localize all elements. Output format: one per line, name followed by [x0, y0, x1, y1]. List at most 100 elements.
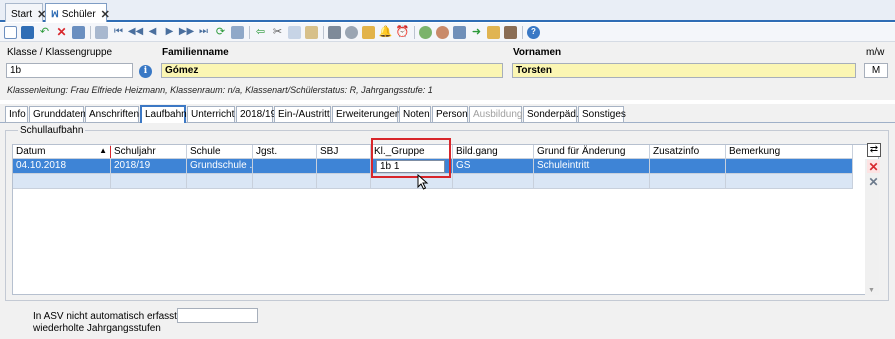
- delete-icon[interactable]: ✕: [55, 26, 68, 39]
- tab-erweiterungen[interactable]: Erweiterungen: [332, 106, 400, 123]
- first-icon[interactable]: ⏮: [112, 26, 125, 39]
- scroll-down-icon[interactable]: ▼: [868, 287, 875, 294]
- cell-bemerkung[interactable]: [726, 174, 853, 189]
- lastname-field[interactable]: Gómez: [161, 63, 503, 78]
- cell-schule[interactable]: [187, 174, 253, 189]
- repeated-grades-label-2: wiederholte Jahrgangsstufen: [33, 323, 161, 334]
- list-icon[interactable]: [95, 25, 108, 39]
- tab-info[interactable]: Info: [5, 106, 28, 123]
- cell-datum[interactable]: 04.10.2018: [13, 159, 111, 174]
- person-icon[interactable]: [436, 25, 449, 39]
- copy-icon[interactable]: [288, 25, 301, 39]
- import-icon[interactable]: [72, 25, 85, 39]
- info-icon[interactable]: i: [139, 65, 152, 78]
- repeated-grades-input[interactable]: [177, 308, 258, 323]
- firstname-field[interactable]: Torsten: [512, 63, 856, 78]
- col-header-bemerkung[interactable]: Bemerkung: [726, 145, 853, 159]
- col-header-jgst[interactable]: Jgst.: [253, 145, 317, 159]
- cell-sbj[interactable]: [317, 159, 371, 174]
- cell-schule[interactable]: Grundschule ...: [187, 159, 253, 174]
- prev-icon[interactable]: ◀: [146, 26, 159, 39]
- class-label: Klasse / Klassengruppe: [7, 47, 113, 58]
- repeated-grades-label-1: In ASV nicht automatisch erfasste: [33, 311, 183, 322]
- new-icon[interactable]: [4, 25, 17, 39]
- cell-schuljahr[interactable]: 2018/19: [111, 159, 187, 174]
- cell-jgst[interactable]: [253, 159, 317, 174]
- print-icon[interactable]: [328, 25, 341, 39]
- next-icon[interactable]: ▶: [163, 26, 176, 39]
- bell-icon[interactable]: 🔔: [379, 26, 393, 39]
- cell-zusatzinfo[interactable]: [650, 159, 726, 174]
- tab-sonstiges[interactable]: Sonstiges: [578, 106, 626, 123]
- col-header-schuljahr[interactable]: Schuljahr: [111, 145, 187, 159]
- gender-field[interactable]: M: [864, 63, 888, 78]
- cell-sbj[interactable]: [317, 174, 371, 189]
- preview-icon[interactable]: [345, 25, 358, 39]
- students-icon: ꟽ: [51, 9, 59, 19]
- export-doc-icon[interactable]: [487, 25, 500, 39]
- contact-icon[interactable]: [504, 25, 517, 39]
- grid-icon[interactable]: [231, 25, 244, 39]
- tab-noten[interactable]: Noten: [399, 106, 431, 123]
- cell-datum[interactable]: [13, 174, 111, 189]
- class-info-text: Klassenleitung: Frau Elfriede Heizmann, …: [7, 85, 433, 95]
- cell-bildgang[interactable]: [453, 174, 534, 189]
- tab-unterricht[interactable]: Unterricht: [187, 106, 235, 123]
- document-tab-bar: Start ✕ ꟽ Schüler ✕: [0, 0, 895, 22]
- gender-label: m/w: [866, 47, 885, 58]
- cell-schuljahr[interactable]: [111, 174, 187, 189]
- cell-bildgang[interactable]: GS: [453, 159, 534, 174]
- last-icon[interactable]: ⏭: [197, 26, 210, 39]
- doc-tab-start[interactable]: Start ✕: [5, 3, 46, 22]
- doc-tab-schueler-label: Schüler: [61, 9, 96, 20]
- refresh-icon[interactable]: ⟳: [214, 26, 227, 39]
- student-header: Klasse / Klassengruppe 1b i Familienname…: [0, 42, 895, 100]
- close-icon[interactable]: ✕: [101, 8, 110, 21]
- back-arrow-icon[interactable]: ⇦: [254, 26, 267, 39]
- tab-ein-austritt[interactable]: Ein-/Austritt: [274, 106, 331, 123]
- class-field[interactable]: 1b: [6, 63, 133, 78]
- col-header-datum[interactable]: Datum ▲: [13, 145, 111, 159]
- settings-icon[interactable]: [419, 25, 432, 39]
- help-icon[interactable]: ?: [527, 25, 540, 39]
- firstname-label: Vornamen: [513, 47, 562, 58]
- tab-schuljahr[interactable]: 2018/19: [236, 106, 276, 123]
- export-icon[interactable]: [362, 25, 375, 39]
- paste-icon[interactable]: [305, 25, 318, 39]
- cell-zusatzinfo[interactable]: [650, 174, 726, 189]
- undo-icon[interactable]: ↶: [38, 26, 51, 39]
- cell-grund[interactable]: [534, 174, 650, 189]
- content-tab-bar: Info Grunddaten Anschriften Laufbahn Unt…: [0, 104, 895, 123]
- col-header-schule[interactable]: Schule: [187, 145, 253, 159]
- lastname-label: Familienname: [162, 47, 229, 58]
- cell-grund[interactable]: Schuleintritt: [534, 159, 650, 174]
- doc-tab-schueler[interactable]: ꟽ Schüler ✕: [45, 3, 110, 22]
- delete-new-row-button[interactable]: ✕: [867, 175, 880, 189]
- col-header-zusatzinfo[interactable]: Zusatzinfo: [650, 145, 726, 159]
- col-header-bildgang[interactable]: Bild.gang: [453, 145, 534, 159]
- tab-ausbildung: Ausbildung: [469, 106, 522, 123]
- table-icon[interactable]: [453, 25, 466, 39]
- cell-jgst[interactable]: [253, 174, 317, 189]
- add-row-icon[interactable]: ⇄: [867, 143, 881, 157]
- section-title: Schullaufbahn: [18, 125, 86, 136]
- forward-icon[interactable]: ➜: [470, 26, 483, 39]
- col-header-grund[interactable]: Grund für Änderung: [534, 145, 650, 159]
- doc-tab-start-label: Start: [11, 9, 33, 20]
- toolbar: ↶ ✕ ⏮ ◀◀ ◀ ▶ ▶▶ ⏭ ⟳ ⇦ ✂ 🔔 ⏰ ➜ ?: [0, 23, 895, 42]
- sort-desc-icon: ▲: [99, 146, 107, 155]
- next-page-icon[interactable]: ▶▶: [179, 26, 194, 39]
- cut-icon[interactable]: ✂: [271, 26, 284, 39]
- prev-page-icon[interactable]: ◀◀: [128, 26, 143, 39]
- alarm-icon[interactable]: ⏰: [396, 26, 410, 39]
- tab-laufbahn[interactable]: Laufbahn: [140, 105, 187, 123]
- cell-bemerkung[interactable]: [726, 159, 853, 174]
- save-icon[interactable]: [21, 25, 34, 39]
- tab-grunddaten[interactable]: Grunddaten: [29, 106, 86, 123]
- col-header-sbj[interactable]: SBJ: [317, 145, 371, 159]
- delete-row-button[interactable]: ✕: [867, 160, 880, 174]
- kl-gruppe-editor[interactable]: 1b 1: [376, 160, 445, 173]
- tab-anschriften[interactable]: Anschriften: [85, 106, 139, 123]
- tab-person[interactable]: Person: [432, 106, 468, 123]
- tab-sonderpaed[interactable]: Sonderpäd.: [523, 106, 579, 123]
